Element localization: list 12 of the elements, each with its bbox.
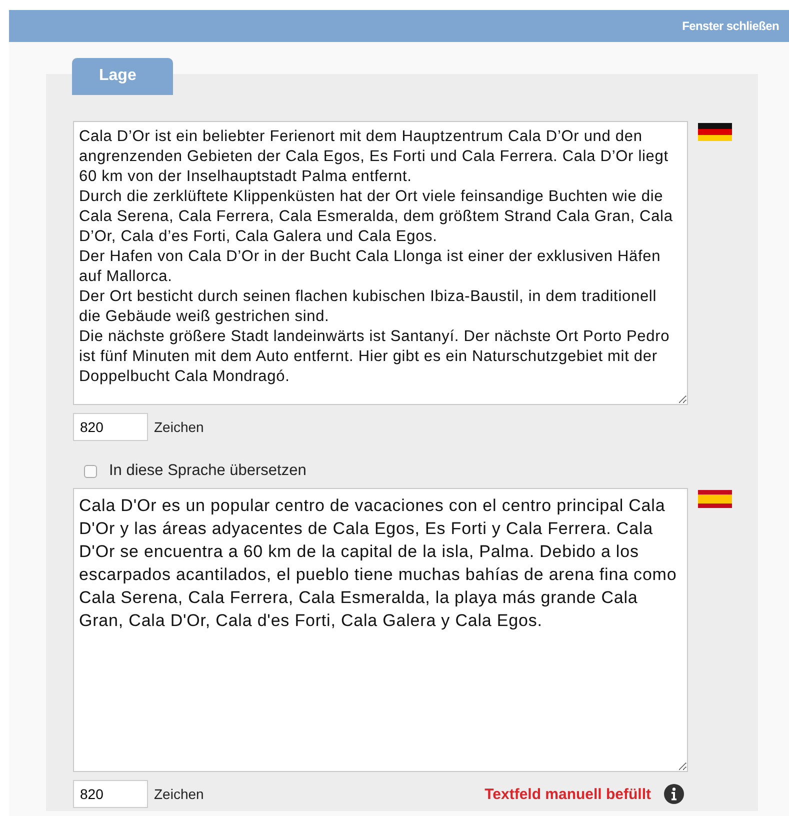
info-icon[interactable] (664, 784, 684, 804)
char-count-label: Zeichen (154, 786, 204, 802)
char-count-field[interactable]: 820 (73, 413, 148, 441)
status-text: Textfeld manuell befüllt (484, 786, 651, 802)
flag-icon (698, 490, 732, 508)
flag-icon (698, 123, 732, 141)
text-field[interactable]: Cala D'Or es un popular centro de vacaciones con el centro principal Cala D'Or y las áreas adyacentes de Cala Egos, Es Forti y Cala Ferrera. Cala D'Or se encuentra a 60 km de la capital de la isla, Palma. Debido a los escarpados acantilados, el pueblo tiene muchas bahías de arena fina como Cala Serena, Cala Ferrera, Cala Esmeralda, la playa más grande Cala Gran, Cala D'Or, Cala d'es Forti, Cala Galera y Cala Egos. (73, 488, 688, 772)
char-count-label: Zeichen (154, 419, 204, 435)
char-count-field[interactable]: 820 (73, 780, 148, 808)
text-field[interactable]: Cala D’Or ist ein beliebter Ferienort mit dem Hauptzentrum Cala D’Or und den angrenzenden Gebieten der Cala Egos, Es Forti und Cala Ferrera. Cala D’Or liegt 60 km von der Inselhauptstadt Palma entfernt. Durch die zerklüftete Klippenküsten hat der Ort viele feinsandige Buchten wie die Cala Serena, Cala Ferrera, Cala Esmeralda, dem größtem Strand Cala Gran, Cala D’Or, Cala d’es Forti, Cala Galera und Cala Egos. Der Hafen von Cala D’Or in der Bucht Cala Llonga ist einer der exklusiven Häfen auf Mallorca. Der Ort besticht durch seinen flachen kubischen Ibiza-Baustil, in dem traditionell die Gebäude weiß gestrichen sind. Die nächste größere Stadt landeinwärts ist Santanyí. Der nächste Ort Porto Pedro ist fünf Minuten mit dem Auto entfernt. Hier gibt es ein Naturschutzgebiet mit der Doppelbucht Cala Mondragó. (73, 121, 688, 405)
checkbox-label: In diese Sprache übersetzen (109, 462, 306, 480)
checkbox[interactable] (84, 464, 97, 478)
